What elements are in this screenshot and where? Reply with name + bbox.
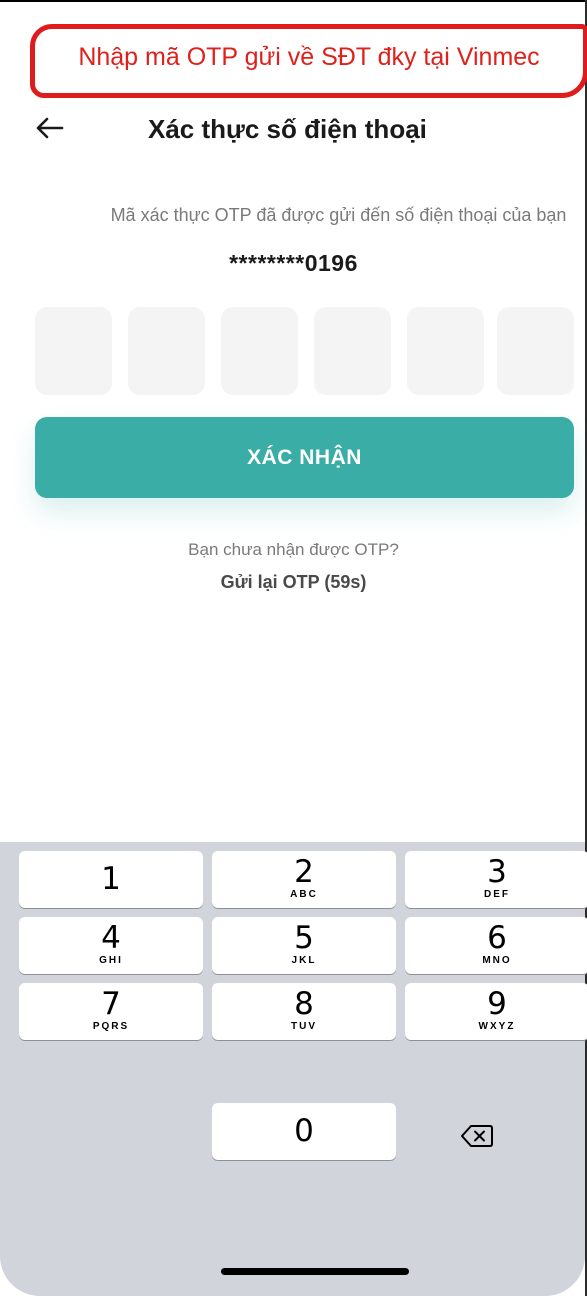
key-letters: DEF xyxy=(484,889,510,900)
otp-digit-1[interactable] xyxy=(35,307,112,395)
key-letters: WXYZ xyxy=(478,1021,516,1032)
otp-digit-5[interactable] xyxy=(407,307,484,395)
key-digit: 1 xyxy=(101,861,121,897)
key-digit: 8 xyxy=(294,986,314,1022)
resend-otp-link[interactable]: Gửi lại OTP (59s) xyxy=(0,572,587,593)
key-digit: 2 xyxy=(294,854,314,890)
key-digit: 4 xyxy=(101,920,121,956)
masked-phone-number: ********0196 xyxy=(229,250,358,276)
delete-key[interactable] xyxy=(432,1107,522,1164)
key-7[interactable]: 7 PQRS xyxy=(19,983,203,1040)
key-3[interactable]: 3 DEF xyxy=(405,851,587,908)
arrow-left-icon xyxy=(36,117,64,139)
key-digit: 9 xyxy=(487,986,507,1022)
back-button[interactable] xyxy=(30,108,70,148)
key-digit: 0 xyxy=(294,1113,314,1149)
otp-not-received-text: Bạn chưa nhận được OTP? xyxy=(188,540,399,559)
otp-digit-3[interactable] xyxy=(221,307,298,395)
backspace-icon xyxy=(461,1124,493,1147)
key-letters: ABC xyxy=(290,889,318,900)
annotation-callout: Nhập mã OTP gửi về SĐT đky tại Vinmec xyxy=(30,24,587,98)
key-digit: 7 xyxy=(101,986,121,1022)
key-letters: PQRS xyxy=(92,1021,130,1032)
key-4[interactable]: 4 GHI xyxy=(19,917,203,974)
key-0[interactable]: 0 xyxy=(212,1103,396,1160)
key-letters: MNO xyxy=(482,955,512,966)
key-letters: JKL xyxy=(291,955,317,966)
home-indicator xyxy=(221,1268,409,1275)
key-digit: 3 xyxy=(487,854,507,890)
key-2[interactable]: 2 ABC xyxy=(212,851,396,908)
annotation-text: Nhập mã OTP gửi về SĐT đky tại Vinmec xyxy=(78,42,540,71)
key-letters: GHI xyxy=(99,955,123,966)
key-digit: 5 xyxy=(294,920,314,956)
otp-digit-6[interactable] xyxy=(497,307,574,395)
key-letters: TUV xyxy=(291,1021,317,1032)
confirm-button[interactable]: XÁC NHẬN xyxy=(35,417,574,498)
key-6[interactable]: 6 MNO xyxy=(405,917,587,974)
key-digit: 6 xyxy=(487,920,507,956)
key-9[interactable]: 9 WXYZ xyxy=(405,983,587,1040)
key-8[interactable]: 8 TUV xyxy=(212,983,396,1040)
page-title: Xác thực số điện thoại xyxy=(148,114,427,144)
frame-top-border xyxy=(0,0,587,4)
otp-digit-4[interactable] xyxy=(314,307,391,395)
header: Xác thực số điện thoại xyxy=(0,100,587,160)
otp-instruction: Mã xác thực OTP đã được gửi đến số điện … xyxy=(110,205,567,225)
key-5[interactable]: 5 JKL xyxy=(212,917,396,974)
key-1[interactable]: 1 xyxy=(19,851,203,908)
otp-digit-2[interactable] xyxy=(128,307,205,395)
numeric-keyboard: 1 2 ABC 3 DEF 4 GHI 5 JKL 6 MNO 7 PQRS 8… xyxy=(0,842,587,1296)
